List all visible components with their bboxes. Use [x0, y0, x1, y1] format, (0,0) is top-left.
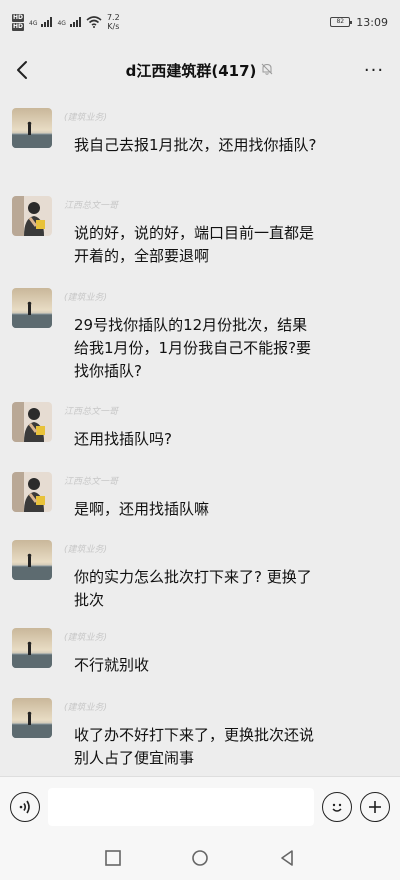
signal-group-2: 4G: [57, 17, 81, 27]
status-right: 82 13:09: [330, 16, 388, 29]
speed-value: 7.2: [106, 13, 120, 22]
message-text[interactable]: 是啊，还用找插队嘛: [64, 490, 332, 529]
signal-icon: [69, 17, 81, 27]
group-title: d江西建筑群(417): [125, 61, 257, 80]
sender-name: 江西总文一哥: [64, 201, 119, 211]
status-left: HD HD 4G 4G 7.2 K/s: [12, 13, 120, 31]
message-input[interactable]: [48, 787, 314, 826]
chat-header: d江西建筑群(417) ···: [0, 44, 400, 96]
emoji-icon: [332, 803, 342, 812]
system-back-button[interactable]: [272, 843, 302, 873]
sender-name: (建筑业务): [64, 703, 108, 713]
avatar[interactable]: [12, 108, 52, 148]
voice-icon: [19, 800, 30, 813]
sender-name: (建筑业务): [64, 633, 108, 643]
avatar[interactable]: [12, 540, 52, 580]
avatar[interactable]: [12, 472, 52, 512]
message-text[interactable]: 29号找你插队的12月份批次，结果给我1月份，1月份我自己不能报?要找你插队?: [64, 306, 332, 391]
message-text[interactable]: 不行就别收: [64, 646, 332, 685]
plus-icon: [369, 800, 381, 813]
system-nav-bar: [0, 836, 400, 880]
sender-name: 江西总文一哥: [64, 477, 119, 487]
message-text[interactable]: 我自己去报1月批次，还用找你插队?: [64, 126, 332, 165]
hd-badge-1: HD: [12, 13, 25, 22]
title-wrap: d江西建筑群(417): [126, 60, 275, 81]
square-icon: [105, 850, 122, 866]
wifi-icon: [86, 16, 102, 28]
message-text[interactable]: 还用找插队吗?: [64, 420, 332, 459]
message-text[interactable]: 说的好，说的好，端口目前一直都是开着的，全部要退啊: [64, 214, 332, 276]
recent-apps-button[interactable]: [98, 843, 128, 873]
home-button[interactable]: [185, 843, 215, 873]
speed-unit: K/s: [107, 22, 120, 31]
back-button[interactable]: [8, 54, 36, 86]
voice-button[interactable]: [10, 791, 40, 822]
network-type-1: 4G: [29, 20, 38, 27]
network-speed: 7.2 K/s: [107, 13, 120, 31]
add-button[interactable]: [360, 791, 390, 822]
more-button[interactable]: ···: [362, 58, 386, 82]
sender-name: 江西总文一哥: [64, 407, 119, 417]
network-type-2: 4G: [57, 20, 66, 27]
hd-indicators: HD HD: [12, 13, 25, 31]
chevron-left-icon: [17, 61, 27, 79]
circle-icon: [192, 850, 208, 866]
message-text[interactable]: 收了办不好打下来了，更换批次还说别人占了便宜闹事: [64, 716, 332, 776]
battery-icon: 82: [330, 17, 353, 27]
sender-name: (建筑业务): [64, 545, 108, 555]
hd-badge-2: HD: [12, 22, 25, 31]
signal-group-1: 4G: [29, 17, 53, 27]
sender-name: (建筑业务): [64, 293, 108, 303]
avatar[interactable]: [12, 196, 52, 236]
message-text[interactable]: 你的实力怎么批次打下来了? 更换了批次: [64, 558, 332, 620]
triangle-back-icon: [280, 850, 293, 866]
avatar[interactable]: [12, 698, 52, 738]
avatar[interactable]: [12, 628, 52, 668]
signal-icon: [41, 17, 53, 27]
avatar[interactable]: [12, 288, 52, 328]
avatar[interactable]: [12, 402, 52, 442]
emoji-button[interactable]: [322, 791, 352, 822]
sender-name: (建筑业务): [64, 113, 108, 123]
input-bar: [0, 776, 400, 836]
clock: 13:09: [356, 15, 388, 29]
chat-list[interactable]: (建筑业务) 我自己去报1月批次，还用找你插队? 江西总文一哥 说的好，说的好，端口目…: [0, 96, 400, 776]
status-bar: HD HD 4G 4G 7.2 K/s 82 13:09: [0, 0, 400, 44]
bell-off-icon: [260, 61, 274, 80]
